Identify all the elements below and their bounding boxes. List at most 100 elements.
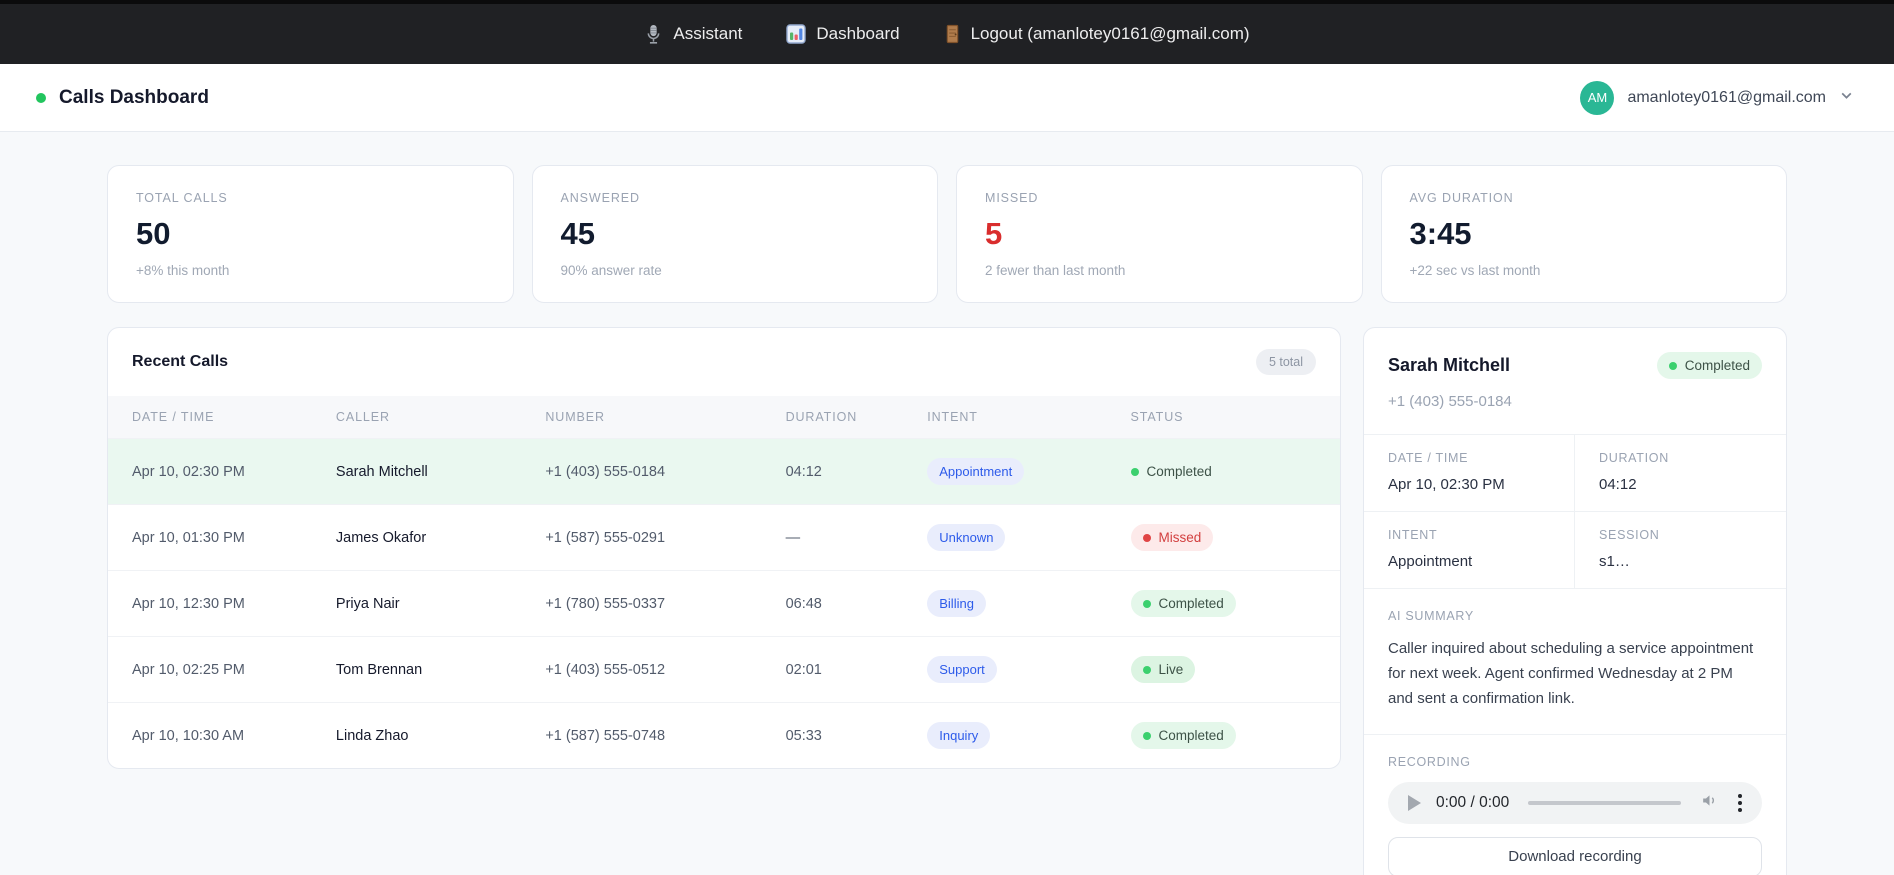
table-row[interactable]: Apr 10, 10:30 AM Linda Zhao +1 (587) 555-0…: [108, 702, 1340, 768]
cell-number: +1 (780) 555-0337: [545, 570, 786, 637]
field-duration: DURATION 04:12: [1575, 435, 1786, 512]
status-dot-icon: [1142, 731, 1151, 740]
nav-item-logout[interactable]: Logout (amanlotey0161@gmail.com): [944, 24, 1250, 44]
caller-name: Sarah Mitchell: [1388, 355, 1511, 375]
recent-calls-header: Recent Calls 5 total: [108, 328, 1340, 396]
cell-number: +1 (587) 555-0291: [545, 504, 786, 571]
user-menu[interactable]: AM amanlotey0161@gmail.com: [1580, 80, 1854, 115]
ai-summary-text: Caller inquired about scheduling a servi…: [1388, 640, 1754, 708]
recording-section: RECORDING 0:00 / 0:00 Download recording: [1364, 735, 1786, 875]
status-dot-icon: [36, 92, 46, 103]
download-recording-button[interactable]: Download recording: [1388, 836, 1762, 875]
cell-caller: Sarah Mitchell: [335, 438, 546, 505]
status-dot-icon: [1142, 599, 1151, 608]
nav-item-label: Dashboard: [816, 24, 900, 43]
stat-subtext: 2 fewer than last month: [985, 263, 1126, 278]
call-detail-panel: Sarah Mitchell Completed +1 (403) 555-01…: [1363, 327, 1787, 875]
col-header-status: STATUS: [1130, 410, 1184, 424]
top-navbar: Assistant Dashboard Logout (amanlotey016…: [0, 0, 1894, 64]
stat-label: TOTAL CALLS: [136, 191, 228, 205]
chevron-down-icon[interactable]: [1839, 88, 1854, 108]
intent-badge: Support: [927, 656, 997, 683]
field-intent: INTENT Appointment: [1364, 512, 1575, 589]
cell-caller: Linda Zhao: [335, 702, 546, 768]
intent-badge: Billing: [927, 590, 986, 617]
status-badge: Missed: [1130, 524, 1214, 551]
cell-caller: James Okafor: [335, 504, 546, 571]
audio-menu-icon[interactable]: [1734, 790, 1746, 816]
stat-subtext: 90% answer rate: [560, 263, 662, 278]
status-dot-icon: [1142, 533, 1151, 542]
header-title-group: Calls Dashboard: [36, 87, 209, 109]
calls-table: DATE / TIME CALLER NUMBER DURATION INTEN…: [108, 396, 1340, 768]
stat-card-total-calls: TOTAL CALLS 50 +8% this month: [107, 165, 514, 303]
col-header-datetime: DATE / TIME: [132, 410, 215, 424]
cell-datetime: Apr 10, 12:30 PM: [108, 570, 336, 637]
stat-value: 3:45: [1409, 216, 1472, 251]
nav-item-label: Assistant: [673, 24, 743, 43]
avatar[interactable]: AM: [1580, 80, 1615, 115]
status-badge: Completed: [1130, 458, 1224, 485]
user-email: amanlotey0161@gmail.com: [1627, 88, 1826, 106]
col-header-caller: CALLER: [335, 410, 390, 424]
nav-item-assistant[interactable]: Assistant: [644, 24, 742, 45]
audio-player[interactable]: 0:00 / 0:00: [1388, 781, 1762, 824]
stat-subtext: +22 sec vs last month: [1409, 263, 1541, 278]
ai-summary-section: AI SUMMARY Caller inquired about schedul…: [1364, 589, 1786, 735]
status-badge: Completed: [1130, 590, 1236, 617]
page-title: Calls Dashboard: [59, 86, 209, 108]
total-count-badge: 5 total: [1255, 349, 1316, 375]
door-icon: [944, 24, 961, 44]
microphone-icon: [644, 24, 663, 45]
stat-subtext: +8% this month: [136, 263, 230, 278]
detail-header: Sarah Mitchell Completed +1 (403) 555-01…: [1364, 328, 1786, 435]
calls-table-body: Apr 10, 02:30 PM Sarah Mitchell +1 (403) 5…: [108, 438, 1340, 768]
page-header: Calls Dashboard AM amanlotey0161@gmail.c…: [0, 64, 1894, 132]
table-row[interactable]: Apr 10, 02:30 PM Sarah Mitchell +1 (403) 5…: [108, 438, 1340, 505]
cell-datetime: Apr 10, 02:30 PM: [108, 438, 336, 505]
col-header-duration: DURATION: [785, 410, 858, 424]
ai-summary-label: AI SUMMARY: [1388, 609, 1474, 623]
stat-card-answered: ANSWERED 45 90% answer rate: [531, 165, 938, 303]
volume-icon[interactable]: [1700, 791, 1719, 815]
main-content: TOTAL CALLS 50 +8% this month ANSWERED 4…: [107, 132, 1787, 875]
status-badge: Completed: [1656, 352, 1762, 379]
recent-calls-card: Recent Calls 5 total DATE / TIME CALLER …: [107, 327, 1341, 769]
cell-datetime: Apr 10, 01:30 PM: [108, 504, 336, 571]
audio-progress-bar[interactable]: [1528, 800, 1681, 805]
cell-caller: Tom Brennan: [335, 636, 546, 703]
cell-datetime: Apr 10, 10:30 AM: [108, 702, 336, 768]
detail-fields-grid: DATE / TIME Apr 10, 02:30 PM DURATION 04…: [1364, 435, 1786, 589]
audio-time: 0:00 / 0:00: [1436, 793, 1510, 811]
stat-value: 45: [560, 216, 595, 251]
col-header-intent: INTENT: [927, 410, 978, 424]
col-header-number: NUMBER: [545, 410, 605, 424]
stat-card-avg-duration: AVG DURATION 3:45 +22 sec vs last month: [1380, 165, 1787, 303]
field-datetime: DATE / TIME Apr 10, 02:30 PM: [1364, 435, 1575, 512]
intent-badge: Inquiry: [927, 722, 991, 749]
cell-duration: 05:33: [785, 702, 928, 768]
stat-value: 5: [985, 216, 1003, 251]
status-dot-icon: [1130, 467, 1139, 476]
table-row[interactable]: Apr 10, 02:25 PM Tom Brennan +1 (403) 555-…: [108, 636, 1340, 703]
stats-row: TOTAL CALLS 50 +8% this month ANSWERED 4…: [107, 165, 1787, 303]
cell-number: +1 (403) 555-0184: [545, 438, 786, 505]
cell-caller: Priya Nair: [335, 570, 546, 637]
stat-card-missed: MISSED 5 2 fewer than last month: [956, 165, 1363, 303]
status-badge: Completed: [1130, 722, 1236, 749]
intent-badge: Appointment: [927, 458, 1025, 485]
table-row[interactable]: Apr 10, 12:30 PM Priya Nair +1 (780) 555-0…: [108, 570, 1340, 637]
cell-datetime: Apr 10, 02:25 PM: [108, 636, 336, 703]
bar-chart-icon: [786, 24, 807, 44]
cell-duration: —: [785, 504, 928, 571]
status-dot-icon: [1668, 361, 1677, 370]
stat-value: 50: [136, 216, 171, 251]
play-icon[interactable]: [1408, 794, 1421, 811]
recent-calls-title: Recent Calls: [132, 353, 229, 370]
cell-number: +1 (587) 555-0748: [545, 702, 786, 768]
stat-label: MISSED: [985, 191, 1039, 205]
intent-badge: Unknown: [927, 524, 1006, 551]
nav-item-label: Logout (amanlotey0161@gmail.com): [970, 24, 1250, 43]
table-row[interactable]: Apr 10, 01:30 PM James Okafor +1 (587) 555…: [108, 504, 1340, 571]
nav-item-dashboard[interactable]: Dashboard: [786, 24, 900, 44]
